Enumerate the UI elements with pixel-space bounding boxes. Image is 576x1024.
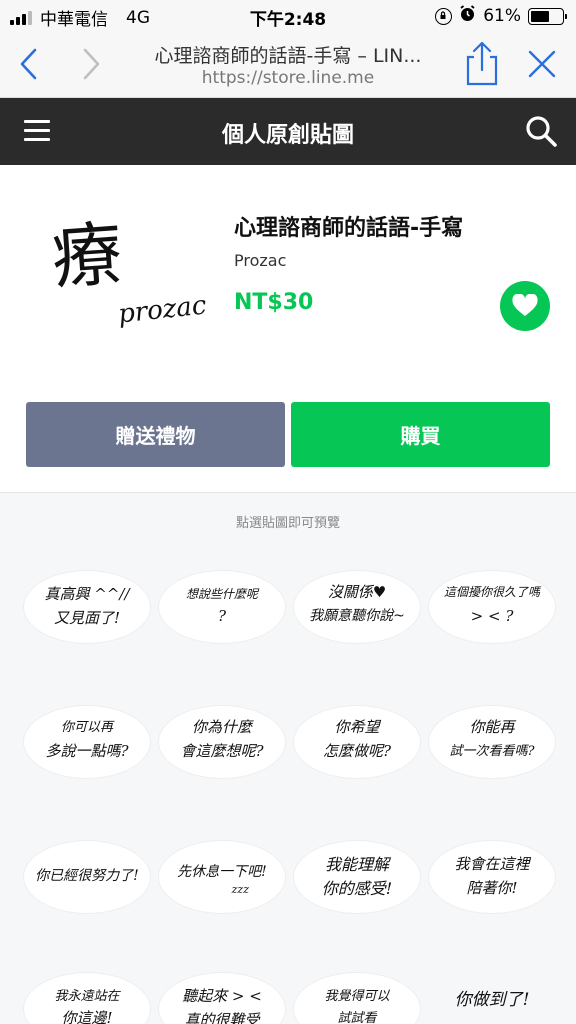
battery-percent: 61% <box>483 6 521 26</box>
battery-icon <box>528 7 567 25</box>
sticker-item[interactable]: 聽起來 > < 真的很難受 <box>155 955 289 1024</box>
gift-button[interactable]: 贈送禮物 <box>26 402 285 467</box>
alarm-icon <box>459 5 476 27</box>
forward-button[interactable] <box>72 46 108 82</box>
browser-url[interactable]: https://store.line.me <box>120 68 456 88</box>
sticker-item[interactable]: 你做到了! <box>425 955 559 1024</box>
buy-button[interactable]: 購買 <box>291 402 550 467</box>
chevron-left-icon <box>20 48 37 80</box>
sticker-item[interactable]: 你能再 試一次看看嗎? <box>425 688 559 798</box>
product-name: 心理諮商師的話語-手寫 <box>234 216 464 241</box>
sticker-item[interactable]: 想說些什麼呢? <box>155 553 289 663</box>
sticker-item[interactable]: 你希望 怎麼做呢? <box>290 688 424 798</box>
chevron-right-icon <box>83 48 100 80</box>
status-bar: 中華電信 4G 下午2:48 61% <box>0 0 576 32</box>
sticker-item[interactable]: 我覺得可以 試試看 <box>290 955 424 1024</box>
share-icon <box>466 41 498 86</box>
search-icon[interactable] <box>524 114 558 148</box>
thumbnail-signature: prozac <box>116 290 208 330</box>
preview-hint: 點選貼圖即可預覽 <box>235 516 340 531</box>
browser-page-title: 心理諮商師的話語-手寫 – LIN... <box>154 45 422 67</box>
app-header: 個人原創貼圖 <box>0 98 576 165</box>
sticker-thumbnail[interactable]: 療 prozac <box>44 212 210 345</box>
sticker-item[interactable]: 你為什麼 會這麼想呢? <box>155 688 289 798</box>
sticker-item[interactable]: 我能理解 你的感受! <box>290 823 424 933</box>
product-author[interactable]: Prozac <box>234 251 286 270</box>
share-button[interactable] <box>462 40 502 88</box>
sticker-item[interactable]: 我會在這裡 陪著你! <box>425 823 559 933</box>
back-button[interactable] <box>12 46 48 82</box>
thumbnail-glyph: 療 <box>49 212 125 300</box>
close-icon <box>528 50 556 78</box>
sticker-item[interactable]: 沒關係♥ 我願意聽你說~ <box>290 553 424 663</box>
sticker-item[interactable]: 你已經很努力了! <box>20 823 154 933</box>
product-price: NT$30 <box>234 290 314 315</box>
status-right: 61% <box>435 5 567 27</box>
browser-toolbar: 心理諮商師的話語-手寫 – LIN... https://store.line.… <box>0 32 576 98</box>
app-header-title: 個人原創貼圖 <box>221 123 354 148</box>
sticker-item[interactable]: 這個擾你很久了嗎 > < ? <box>425 553 559 663</box>
sticker-item[interactable]: 真高興 ^^//又見面了! <box>20 553 154 663</box>
sticker-item[interactable]: 我永遠站在 你這邊! <box>20 955 154 1024</box>
sticker-item[interactable]: 先休息一下吧! zzz <box>155 823 289 933</box>
wishlist-button[interactable] <box>500 281 550 331</box>
close-button[interactable] <box>524 46 560 82</box>
rotation-lock-icon <box>435 7 453 25</box>
sticker-item[interactable]: 你可以再 多說一點嗎? <box>20 688 154 798</box>
sticker-grid: 點選貼圖即可預覽 真高興 ^^//又見面了! 想說些什麼呢? 沒關係♥ 我願意聽你… <box>0 492 576 1024</box>
heart-icon <box>512 294 538 316</box>
